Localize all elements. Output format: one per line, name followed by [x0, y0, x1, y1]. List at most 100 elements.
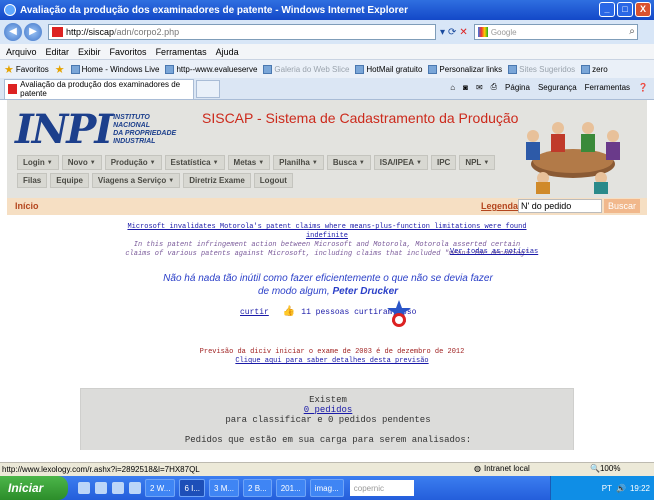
menu-ferramentas[interactable]: Ferramentas	[156, 47, 207, 57]
print-icon[interactable]: ⎙	[491, 82, 497, 92]
stop-icon[interactable]: ✕	[459, 27, 467, 38]
nav-diretriz[interactable]: Diretriz Exame	[183, 173, 251, 188]
start-button[interactable]: Iniciar	[0, 476, 68, 500]
news-title-link[interactable]: Microsoft invalidates Motorola's patent …	[120, 223, 534, 241]
fav-item-hotmail[interactable]: HotMail gratuito	[355, 64, 422, 74]
menu-exibir[interactable]: Exibir	[78, 47, 101, 57]
help-icon[interactable]: ❓	[638, 83, 648, 92]
page-icon	[165, 64, 175, 74]
new-tab-button[interactable]	[196, 79, 220, 98]
home-icon[interactable]: ⌂	[450, 83, 455, 92]
nav-novo[interactable]: Novo ▼	[61, 155, 102, 170]
taskbar-button-imag[interactable]: imag...	[309, 479, 344, 497]
logo-line: DA PROPRIEDADE	[113, 130, 177, 137]
all-news-link[interactable]: Ver todas as notícias	[450, 248, 538, 256]
add-favorite-icon[interactable]: ★	[55, 63, 65, 76]
menu-editar[interactable]: Editar	[46, 47, 70, 57]
nav-busca[interactable]: Busca ▼	[326, 155, 371, 170]
nav-npl[interactable]: NPL ▼	[459, 155, 496, 170]
nav-label: ISA/IPEA	[379, 158, 415, 167]
copernic-search[interactable]: copernic	[349, 480, 414, 496]
chrome-quicklaunch-icon[interactable]	[95, 482, 107, 494]
taskbar-button-word[interactable]: 2 W...	[145, 479, 176, 497]
nav-label: Login	[23, 158, 45, 167]
taskbar-button-b[interactable]: 2 B...	[243, 479, 272, 497]
taskbar-button-201[interactable]: 201...	[275, 479, 306, 497]
nav-equipe[interactable]: Equipe	[50, 173, 89, 188]
logo-line: INDUSTRIAL	[113, 138, 156, 145]
previsao-link[interactable]: Clique aqui para saber detalhes desta pr…	[140, 357, 524, 366]
zoom-icon: 🔍	[590, 464, 600, 473]
mail-icon[interactable]: ✉	[476, 83, 483, 92]
menu-favoritos[interactable]: Favoritos	[110, 47, 147, 57]
nav-logout[interactable]: Logout	[253, 173, 293, 188]
refresh-icon[interactable]: ⟳	[448, 27, 456, 38]
nav-login[interactable]: Login ▼	[17, 155, 59, 170]
nav-estatistica[interactable]: Estatística ▼	[164, 155, 225, 170]
pedidos-count-link[interactable]: 0 pedidos	[81, 405, 575, 415]
fav-item-home[interactable]: Home - Windows Live	[70, 64, 159, 74]
nav-producao[interactable]: Produção ▼	[104, 155, 162, 170]
menu-arquivo[interactable]: Arquivo	[6, 47, 37, 57]
legenda-link[interactable]: Legenda	[481, 201, 518, 211]
site-favicon	[8, 84, 18, 94]
tab-bar: Avaliação da produção dos examinadores d…	[0, 78, 654, 100]
app-quicklaunch-icon[interactable]	[112, 482, 124, 494]
volume-icon[interactable]: 🔊	[616, 484, 626, 493]
tab-siscap[interactable]: Avaliação da produção dos examinadores d…	[4, 78, 194, 99]
feeds-icon[interactable]: ◙	[463, 83, 468, 92]
nav-isa-ipea[interactable]: ISA/IPEA ▼	[373, 155, 428, 170]
forward-button[interactable]: ▶	[24, 23, 42, 41]
fav-item-evalueserve[interactable]: http--www.evalueserve	[165, 64, 257, 74]
fav-item-webslice[interactable]: Galeria do Web Slice	[263, 64, 349, 74]
nav-label: Equipe	[56, 176, 83, 185]
caret-down-icon: ▼	[46, 159, 53, 166]
quote-author: Peter Drucker	[332, 286, 399, 297]
taskbar-button-mail[interactable]: 3 M...	[209, 479, 240, 497]
nav-viagens[interactable]: Viagens a Serviço ▼	[91, 173, 181, 188]
cmd-pagina[interactable]: Página	[505, 83, 530, 92]
close-button[interactable]: X	[635, 2, 651, 17]
buscar-button[interactable]: Buscar	[604, 199, 640, 213]
zoom-control[interactable]: 🔍100%	[590, 464, 620, 473]
menu-ajuda[interactable]: Ajuda	[216, 47, 239, 57]
language-indicator[interactable]: PT	[602, 484, 612, 493]
nav-label: Diretriz Exame	[189, 176, 245, 185]
previsao-block: Previsão da diciv iniciar o exame de 200…	[140, 348, 524, 366]
fav-item-sugeridos[interactable]: Sites Sugeridos	[508, 64, 575, 74]
nav-label: Produção	[110, 158, 148, 167]
cmd-seguranca[interactable]: Segurança	[538, 83, 577, 92]
caret-down-icon: ▼	[311, 159, 318, 166]
back-button[interactable]: ◀	[4, 23, 22, 41]
logo-text: INPI	[15, 106, 113, 153]
favorites-bar: ★ Favoritos ★ Home - Windows Live http--w…	[0, 60, 654, 78]
dropdown-icon[interactable]: ▾	[440, 27, 445, 38]
nav-label: Viagens a Serviço	[97, 176, 167, 185]
maximize-button[interactable]: □	[617, 2, 633, 17]
fav-item-zero[interactable]: zero	[581, 64, 608, 74]
nav-ipc[interactable]: IPC	[430, 155, 457, 170]
search-icon[interactable]: ⌕	[629, 26, 635, 37]
fav-item-personalizar[interactable]: Personalizar links	[428, 64, 502, 74]
security-zone[interactable]: ◍ Intranet local	[474, 464, 530, 473]
nav-metas[interactable]: Metas ▼	[227, 155, 271, 170]
pedidos-summary: Existem 0 pedidos para classificar e 0 p…	[81, 389, 575, 433]
breadcrumb[interactable]: Início	[15, 201, 39, 211]
pedido-search-input[interactable]	[518, 199, 602, 213]
search-input[interactable]: Google ⌕	[473, 24, 638, 40]
tab-label: Avaliação da produção dos examinadores d…	[20, 80, 181, 98]
nav-filas[interactable]: Filas	[17, 173, 48, 188]
main-nav: Login ▼ Novo ▼ Produção ▼ Estatística ▼ Meta…	[17, 155, 496, 170]
address-input[interactable]: http://siscap/adn/corpo2.php	[48, 24, 436, 40]
ie-quicklaunch-icon[interactable]	[78, 482, 90, 494]
nav-planilha[interactable]: Planilha ▼	[273, 155, 324, 170]
curtir-link[interactable]: curtir	[240, 308, 269, 317]
cmd-ferramentas[interactable]: Ferramentas	[585, 83, 630, 92]
secondary-nav: Filas Equipe Viagens a Serviço ▼ Diretriz…	[17, 173, 293, 188]
app2-quicklaunch-icon[interactable]	[129, 482, 141, 494]
caret-down-icon: ▼	[358, 159, 365, 166]
nav-label: IPC	[436, 158, 451, 167]
taskbar-button-ie[interactable]: 6 I...	[179, 479, 206, 497]
minimize-button[interactable]: _	[599, 2, 615, 17]
favorites-button[interactable]: ★ Favoritos	[4, 63, 49, 76]
